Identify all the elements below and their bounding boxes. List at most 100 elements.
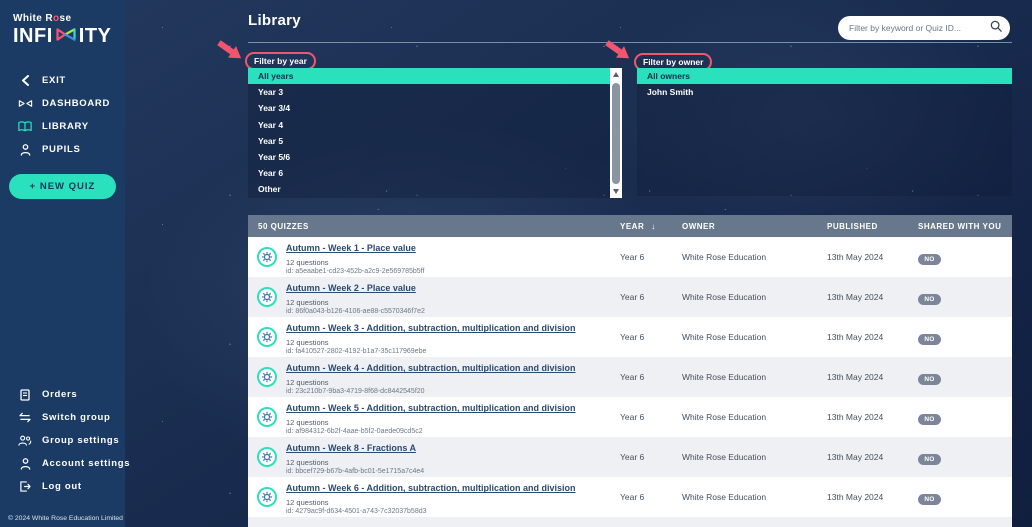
quiz-published-date: 13th May 2024 xyxy=(827,452,884,462)
table-header: 50 QUIZZES YEAR ↓ OWNER PUBLISHED SHARED … xyxy=(248,215,1012,237)
quiz-published-date: 13th May 2024 xyxy=(827,492,884,502)
sidebar-item-orders[interactable]: Orders xyxy=(0,383,125,406)
shared-status-badge: NO xyxy=(918,374,941,385)
owner-filter-listbox: All owners John Smith xyxy=(637,68,1012,196)
annotation-arrow-year xyxy=(217,40,242,59)
scrollbar-thumb[interactable] xyxy=(612,83,620,184)
quiz-year: Year 6 xyxy=(620,452,645,462)
quiz-published-date: 13th May 2024 xyxy=(827,252,884,262)
quiz-title-link[interactable]: Autumn - Week 1 - Place value xyxy=(286,243,416,253)
column-header-shared[interactable]: SHARED WITH YOU xyxy=(918,222,1012,231)
search-input[interactable] xyxy=(849,23,990,33)
sidebar-item-dashboard[interactable]: DASHBOARD xyxy=(0,92,125,115)
search-icon[interactable] xyxy=(990,19,1002,37)
table-row: Autumn - Week 6 - Addition, subtraction,… xyxy=(248,477,1012,517)
sidebar-item-exit[interactable]: EXIT xyxy=(0,69,125,92)
quiz-id: id: 86f0a043-b126-4106-ae88-c5570346f7e2 xyxy=(286,307,425,315)
quiz-gear-icon xyxy=(257,487,277,507)
brand-logo: White Rose INFI ITY xyxy=(0,0,125,47)
year-option-other[interactable]: Other xyxy=(248,181,610,197)
owner-option-john-smith[interactable]: John Smith xyxy=(637,84,1012,100)
quiz-owner: White Rose Education xyxy=(682,452,767,462)
book-icon xyxy=(17,121,33,132)
sidebar-item-pupils[interactable]: PUPILS xyxy=(0,138,125,161)
scroll-up-icon[interactable] xyxy=(612,72,619,77)
year-option-year-3-4[interactable]: Year 3/4 xyxy=(248,100,610,116)
brand-small-text: White Rose xyxy=(13,13,72,24)
quiz-id: id: bbcef729-b67b-4afb-bc01-5e1715a7c4e4 xyxy=(286,467,425,475)
year-option-year-5[interactable]: Year 5 xyxy=(248,133,610,149)
sort-descending-icon: ↓ xyxy=(651,221,656,231)
shared-status-badge: NO xyxy=(918,334,941,345)
quiz-question-count: 12 questions xyxy=(286,338,329,348)
quiz-title-link[interactable]: Autumn - Week 8 - Fractions A xyxy=(286,443,416,453)
sidebar-item-log-out[interactable]: Log out xyxy=(0,475,125,498)
table-row: Autumn - Week 1 - Place value 12 questio… xyxy=(248,237,1012,277)
brand-wordmark: INFI ITY xyxy=(13,24,112,47)
sidebar-item-switch-group[interactable]: Switch group xyxy=(0,406,125,429)
partial-next-row xyxy=(248,517,1012,527)
quiz-year: Year 6 xyxy=(620,252,645,262)
table-row: Autumn - Week 4 - Addition, subtraction,… xyxy=(248,357,1012,397)
quiz-table: 50 QUIZZES YEAR ↓ OWNER PUBLISHED SHARED … xyxy=(248,215,1012,527)
year-list-scrollbar[interactable] xyxy=(610,68,622,198)
quiz-title-link[interactable]: Autumn - Week 6 - Addition, subtraction,… xyxy=(286,483,576,493)
document-icon xyxy=(17,388,33,401)
scroll-down-icon[interactable] xyxy=(612,189,619,194)
table-row: Autumn - Week 2 - Place value 12 questio… xyxy=(248,277,1012,317)
table-row: Autumn - Week 5 - Addition, subtraction,… xyxy=(248,397,1012,437)
quiz-title-link[interactable]: Autumn - Week 2 - Place value xyxy=(286,283,416,293)
quiz-year: Year 6 xyxy=(620,372,645,382)
quiz-owner: White Rose Education xyxy=(682,252,767,262)
quiz-published-date: 13th May 2024 xyxy=(827,372,884,382)
person-icon xyxy=(17,457,33,470)
main-content: Library Filter by year Filter by owner A… xyxy=(125,0,1032,527)
quiz-owner: White Rose Education xyxy=(682,492,767,502)
quiz-year: Year 6 xyxy=(620,292,645,302)
shared-status-badge: NO xyxy=(918,454,941,465)
copyright-text: © 2024 White Rose Education Limited xyxy=(8,515,123,522)
page-title: Library xyxy=(248,12,301,29)
year-filter-listbox: All years Year 3 Year 3/4 Year 4 Year 5 Year … xyxy=(248,68,622,198)
sidebar-item-library[interactable]: LIBRARY xyxy=(0,115,125,138)
sidebar-footer-nav: Orders Switch group Group settings Accou… xyxy=(0,383,130,498)
column-header-quizzes-count: 50 QUIZZES xyxy=(258,221,309,231)
column-header-published[interactable]: PUBLISHED xyxy=(827,222,918,231)
quiz-published-date: 13th May 2024 xyxy=(827,332,884,342)
quiz-year: Year 6 xyxy=(620,412,645,422)
column-header-year[interactable]: YEAR ↓ xyxy=(620,222,682,231)
table-row: Autumn - Week 8 - Fractions A 12 questio… xyxy=(248,437,1012,477)
search-box xyxy=(838,16,1010,40)
quiz-gear-icon xyxy=(257,287,277,307)
quiz-title-link[interactable]: Autumn - Week 5 - Addition, subtraction,… xyxy=(286,403,576,413)
quiz-year: Year 6 xyxy=(620,332,645,342)
year-option-year-3[interactable]: Year 3 xyxy=(248,84,610,100)
column-header-owner[interactable]: OWNER xyxy=(682,222,827,231)
pupil-icon xyxy=(17,143,33,156)
sidebar-item-account-settings[interactable]: Account settings xyxy=(0,452,130,475)
quiz-id: id: 4279ac9f-d634-4501-a743-7c32037b58d3 xyxy=(286,507,427,515)
year-option-year-6[interactable]: Year 6 xyxy=(248,165,610,181)
shared-status-badge: NO xyxy=(918,494,941,505)
new-quiz-button[interactable]: + NEW QUIZ xyxy=(9,174,116,199)
quiz-owner: White Rose Education xyxy=(682,412,767,422)
quiz-gear-icon xyxy=(257,327,277,347)
quiz-title-link[interactable]: Autumn - Week 3 - Addition, subtraction,… xyxy=(286,323,576,333)
year-option-year-4[interactable]: Year 4 xyxy=(248,117,610,133)
quiz-title-link[interactable]: Autumn - Week 4 - Addition, subtraction,… xyxy=(286,363,576,373)
owner-option-all-owners[interactable]: All owners xyxy=(637,68,1012,85)
chevron-left-icon xyxy=(17,75,33,86)
quiz-gear-icon xyxy=(257,367,277,387)
sidebar-item-group-settings[interactable]: Group settings xyxy=(0,429,125,452)
quiz-gear-icon xyxy=(257,407,277,427)
shared-status-badge: NO xyxy=(918,294,941,305)
year-option-all-years[interactable]: All years xyxy=(248,68,610,85)
logout-icon xyxy=(17,481,33,492)
quiz-year: Year 6 xyxy=(620,492,645,502)
shared-status-badge: NO xyxy=(918,414,941,425)
infinity-mark-icon xyxy=(53,24,79,47)
year-option-year-5-6[interactable]: Year 5/6 xyxy=(248,149,610,165)
quiz-question-count: 12 questions xyxy=(286,418,329,428)
quiz-published-date: 13th May 2024 xyxy=(827,412,884,422)
quiz-id: id: a5eaabe1-cd23-452b-a2c9-2e569785b5ff xyxy=(286,267,425,275)
